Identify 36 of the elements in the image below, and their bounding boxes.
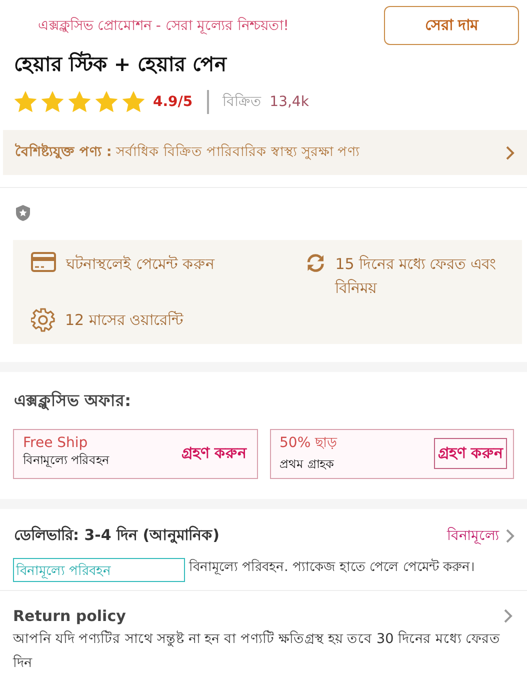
star-icon [14,91,37,113]
featured-text: বৈশিষ্ট্যযুক্ত পণ্য : সর্বাধিক বিক্রিত পারিবারিক স্বাস্থ্য সুরক্ষা পণ্য [15,142,360,162]
delivery-price-link[interactable]: বিনামূল্যে [447,524,515,548]
featured-product-bar[interactable]: বৈশিষ্ট্যযুক্ত পণ্য : সর্বাধিক বিক্রিত পারিবারিক স্বাস্থ্য সুরক্ষা পণ্য [3,130,527,175]
chevron-right-icon [505,146,515,160]
chevron-right-icon [505,528,515,542]
sold-label: বিক্রিত [222,92,262,112]
offers-title: এক্সক্লুসিভ অফার: [14,390,132,412]
return-policy-title: Return policy [13,607,126,625]
chevron-right-icon [503,609,513,623]
accept-button[interactable]: গ্রহণ করুন [434,438,507,468]
offer-name: Free Ship [23,435,89,451]
service-text: 12 মাসের ওয়ারেন্টি [65,310,184,331]
sold-count: 13,4k [270,94,309,110]
refresh-icon [306,252,326,274]
accept-button[interactable]: গ্রহণ করুন [177,438,250,468]
product-title: হেয়ার স্টিক + হেয়ার পেন [14,50,228,78]
delivery-note: বিনামূল্যে পরিবহন. প্যাকেজ হাতে পেলে পেমেন্ট করুন। [189,558,475,577]
delivery-title: ডেলিভারি: 3-4 দিন (আনুমানিক) [14,524,220,546]
promo-text: এক্সক্লুসিভ প্রোমোশন - সেরা মূল্যের নিশ্চয়তা! [38,16,289,36]
offer-name: 50% ছাড় [280,434,338,453]
offer-detail: প্রথম গ্রাহক [280,456,335,473]
star-icon [68,91,91,113]
best-price-badge: সেরা দাম [384,6,519,45]
service-text: 15 দিনের মধ্যে ফেরত এবং বিনিময় [335,254,496,299]
offer-detail: বিনামূল্যে পরিবহন [23,452,109,470]
star-icon [122,91,145,113]
shield-star-icon [14,204,32,222]
rating-value: 4.9/5 [153,94,193,110]
shipping-tag: বিনামূল্যে পরিবহন [13,558,185,582]
return-policy-text: আপনি যদি পণ্যটির সাথে সন্তুষ্ট না হন বা পণ্যটি ক্ষতিগ্রস্থ হয় তবে 30 দিনের মধ্যে ফেরত দিন [13,629,502,673]
credit-card-icon [31,252,56,272]
star-icon [95,91,118,113]
gear-icon [31,308,55,332]
star-icon [41,91,64,113]
service-text: ঘটনাস্থলেই পেমেন্ট করুন [66,254,215,275]
